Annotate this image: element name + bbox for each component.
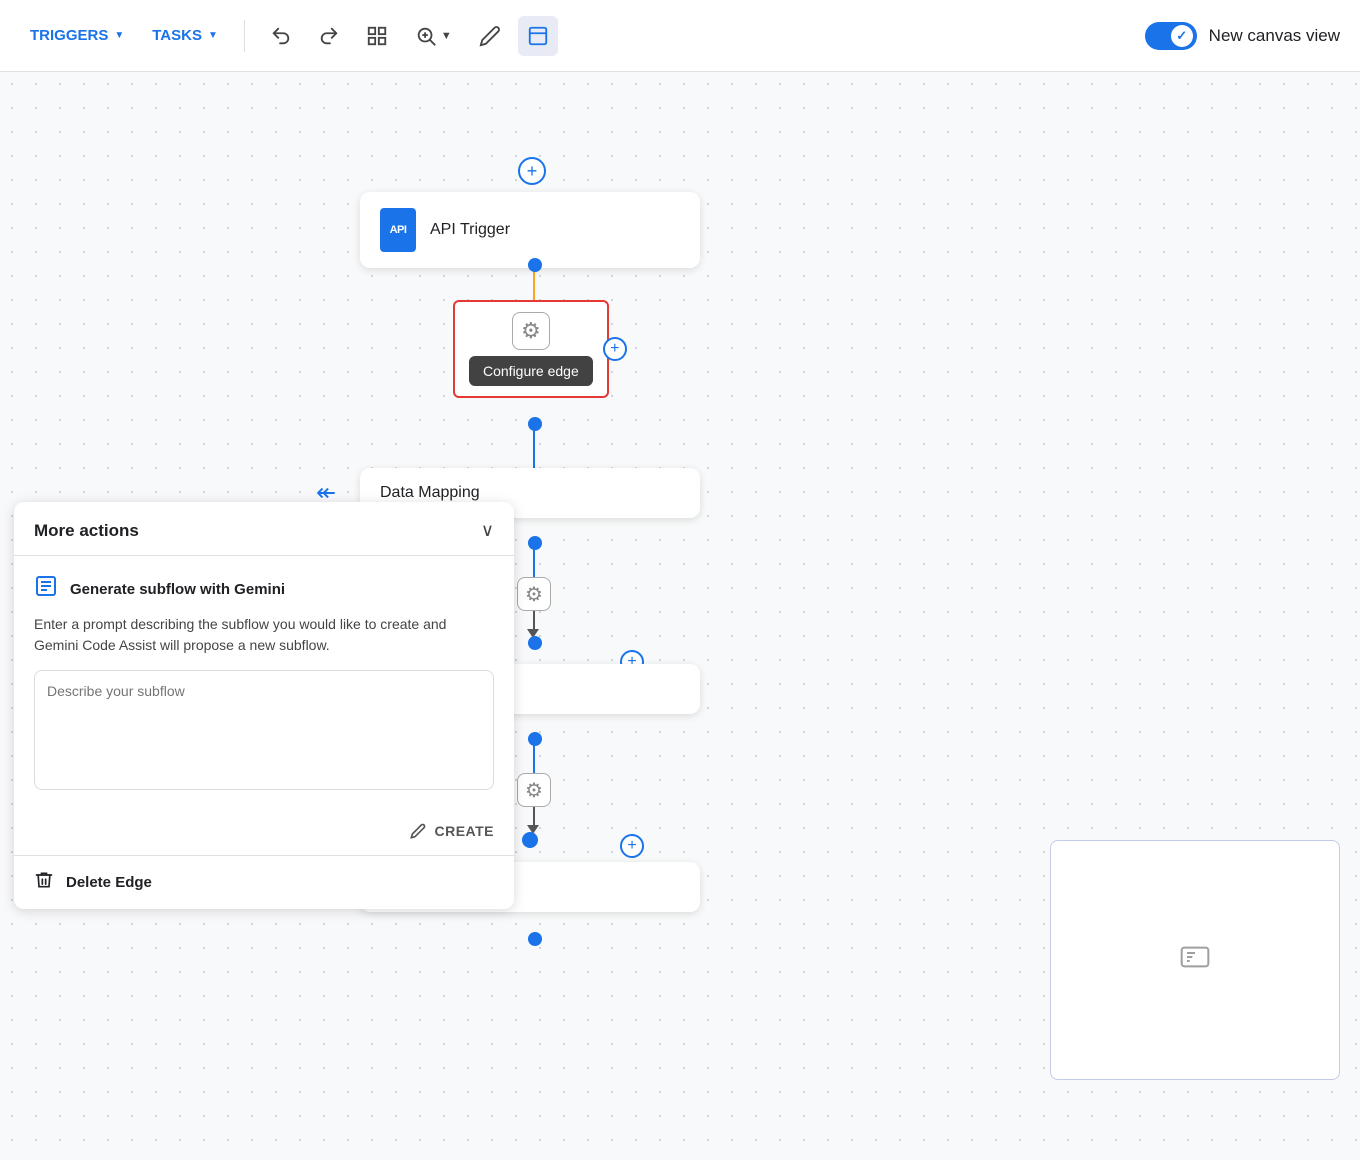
mini-map <box>1050 840 1340 1080</box>
dot-7 <box>528 932 542 946</box>
triggers-chevron: ▼ <box>114 30 124 41</box>
create-btn-row: CREATE <box>14 813 514 855</box>
undo-button[interactable] <box>261 16 301 56</box>
gemini-title: Generate subflow with Gemini <box>70 581 285 598</box>
api-icon: API <box>380 208 416 252</box>
mini-map-icon <box>1179 941 1211 980</box>
dot-6 <box>522 832 538 848</box>
panel-title: More actions <box>34 521 139 541</box>
gemini-desc: Enter a prompt describing the subflow yo… <box>34 614 494 656</box>
new-canvas-toggle[interactable]: ✓ <box>1145 22 1197 50</box>
layout-button[interactable] <box>357 16 397 56</box>
dot-1 <box>528 258 542 272</box>
add-right-lower[interactable]: + <box>620 834 644 858</box>
tasks-label: TASKS <box>152 27 202 44</box>
data-mapping-title: Data Mapping <box>380 484 480 502</box>
line-3 <box>533 548 535 578</box>
delete-icon <box>34 870 54 895</box>
triggers-menu[interactable]: TRIGGERS ▼ <box>20 19 134 52</box>
gemini-row: Generate subflow with Gemini <box>34 574 494 604</box>
zoom-chevron: ▼ <box>441 30 452 42</box>
delete-label: Delete Edge <box>66 874 152 891</box>
gemini-icon <box>34 574 58 604</box>
canvas[interactable]: + API API Trigger ⚙ Configure edge + <box>0 72 1360 1160</box>
dot-3 <box>528 536 542 550</box>
blue-line-2 <box>533 429 535 469</box>
triggers-label: TRIGGERS <box>30 27 108 44</box>
add-top-button[interactable]: + <box>518 157 546 189</box>
tasks-menu[interactable]: TASKS ▼ <box>142 19 228 52</box>
toggle-knob: ✓ <box>1171 25 1193 47</box>
gear-icon: ⚙ <box>512 312 550 350</box>
new-canvas-label: New canvas view <box>1209 26 1340 46</box>
orange-line <box>533 270 535 302</box>
dot-2 <box>528 417 542 431</box>
panel-section: Generate subflow with Gemini Enter a pro… <box>14 556 514 813</box>
zoom-button[interactable]: ▼ <box>405 19 462 53</box>
panel-header: More actions ∨ <box>14 502 514 555</box>
tasks-chevron: ▼ <box>208 30 218 41</box>
gear-lower: ⚙ <box>517 773 551 807</box>
create-label: CREATE <box>434 823 494 839</box>
divider-1 <box>244 20 245 52</box>
redo-button[interactable] <box>309 16 349 56</box>
arrow-line-2 <box>533 806 535 826</box>
dot-5 <box>528 732 542 746</box>
toggle-check-icon: ✓ <box>1176 28 1187 44</box>
gear-middle: ⚙ <box>517 577 551 611</box>
new-canvas-toggle-wrap: ✓ New canvas view <box>1145 22 1340 50</box>
toolbar: TRIGGERS ▼ TASKS ▼ ▼ ✓ New canvas view <box>0 0 1360 72</box>
api-trigger-node[interactable]: API API Trigger <box>360 192 700 268</box>
canvas-button[interactable] <box>518 16 558 56</box>
arrow-line-1 <box>533 610 535 630</box>
line-4 <box>533 744 535 774</box>
delete-edge-row[interactable]: Delete Edge <box>14 855 514 909</box>
dot-4 <box>528 636 542 650</box>
more-actions-panel: More actions ∨ Generate subflow with Gem… <box>14 502 514 909</box>
configure-edge-tooltip: Configure edge <box>469 356 593 386</box>
panel-chevron[interactable]: ∨ <box>481 520 494 541</box>
subflow-textarea[interactable] <box>34 670 494 790</box>
configure-edge-area[interactable]: ⚙ Configure edge + <box>453 300 609 398</box>
create-button[interactable]: CREATE <box>410 823 494 839</box>
add-right-configure[interactable]: + <box>603 337 627 361</box>
edit-button[interactable] <box>470 16 510 56</box>
api-trigger-title: API Trigger <box>430 221 510 239</box>
